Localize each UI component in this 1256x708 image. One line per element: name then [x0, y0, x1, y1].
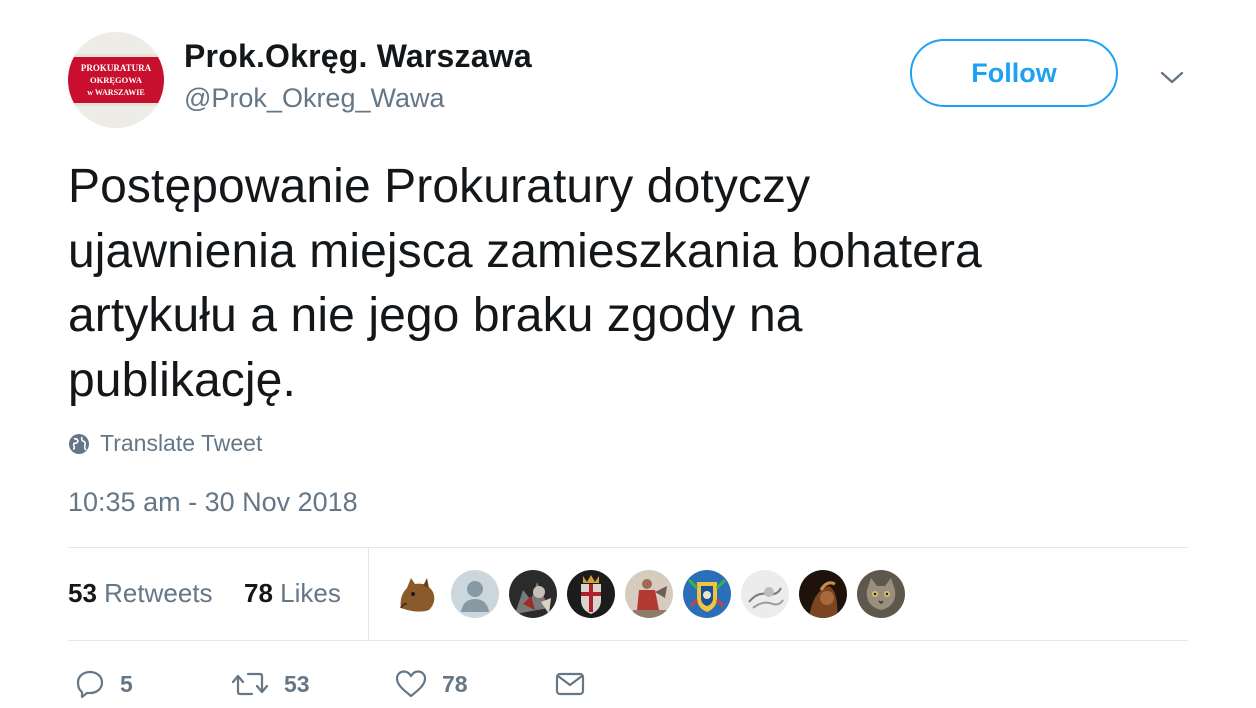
tweet-text-line: publikację.	[68, 353, 296, 407]
tweet-text-line: Postępowanie Prokuratury dotyczy	[68, 160, 811, 213]
avatar[interactable]: PROKURATURA OKRĘGOWA w WARSZAWIE	[68, 32, 164, 128]
dark-portrait-avatar[interactable]	[799, 570, 847, 618]
envelope-icon	[555, 672, 585, 696]
heraldic-crest-avatar[interactable]	[683, 570, 731, 618]
tweet-text: Postępowanie Prokuratury dotyczy ujawnie…	[68, 155, 1188, 413]
globe-icon	[69, 433, 89, 454]
coat-of-arms-avatar[interactable]	[567, 570, 615, 618]
historical-painting-avatar[interactable]	[625, 570, 673, 618]
tweet-stats: 53 Retweets 78 Likes	[68, 548, 1188, 640]
retweet-button[interactable]: 53	[230, 668, 310, 700]
horse-mask-avatar[interactable]	[393, 570, 441, 618]
default-avatar[interactable]	[451, 570, 499, 618]
direct-message-button[interactable]	[554, 668, 586, 700]
tweet-text-line: ujawnienia miejsca zamieszkania bohatera	[68, 224, 982, 278]
likes-stat-count: 78	[244, 578, 273, 608]
tweet-card: PROKURATURA OKRĘGOWA w WARSZAWIE Prok.Ok…	[0, 0, 1256, 707]
tweet-text-line: artykułu a nie jego braku zgody na	[68, 289, 803, 342]
retweets-stat-count: 53	[68, 578, 97, 608]
avatar-image: PROKURATURA OKRĘGOWA w WARSZAWIE	[68, 32, 164, 128]
follow-button[interactable]: Follow	[910, 39, 1118, 107]
likes-stat-label: Likes	[280, 578, 341, 608]
reply-icon	[76, 670, 104, 699]
dark-illustration-avatar[interactable]	[509, 570, 557, 618]
divider	[68, 640, 1188, 641]
more-options-button[interactable]	[1156, 64, 1188, 92]
translate-tweet-link[interactable]: Translate Tweet	[68, 430, 262, 457]
reply-count: 5	[120, 670, 133, 697]
sketch-avatar[interactable]	[741, 570, 789, 618]
chevron-down-icon	[1160, 71, 1184, 84]
likes-stat[interactable]: 78 Likes	[244, 578, 341, 609]
tweet-actions: 5 53 78	[68, 668, 1188, 708]
tweet-timestamp[interactable]: 10:35 am - 30 Nov 2018	[68, 487, 358, 518]
retweet-count: 53	[284, 670, 310, 697]
reply-button[interactable]: 5	[74, 668, 133, 700]
heart-icon	[395, 670, 427, 698]
avatar-text-line-1: PROKURATURA	[81, 63, 152, 73]
like-button[interactable]: 78	[394, 668, 468, 700]
cat-avatar[interactable]	[857, 570, 905, 618]
like-count: 78	[442, 670, 468, 697]
avatar-text-line-2: OKRĘGOWA	[90, 75, 143, 85]
stats-divider	[368, 548, 369, 640]
retweet-icon	[231, 672, 269, 696]
translate-tweet-label: Translate Tweet	[100, 430, 263, 456]
display-name[interactable]: Prok.Okręg. Warszawa	[184, 38, 532, 75]
retweets-stat-label: Retweets	[104, 578, 213, 608]
retweets-stat[interactable]: 53 Retweets	[68, 578, 213, 609]
user-handle[interactable]: @Prok_Okreg_Wawa	[184, 83, 445, 114]
avatar-text-line-3: w WARSZAWIE	[87, 88, 144, 97]
